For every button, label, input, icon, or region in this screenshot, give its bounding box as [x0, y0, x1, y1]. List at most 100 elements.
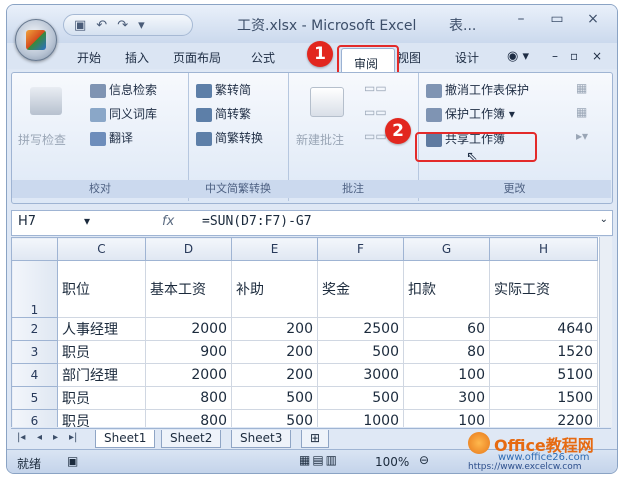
cell[interactable]: 实际工资	[489, 260, 598, 318]
maximize-button[interactable]: ▭	[543, 11, 571, 33]
view-buttons-icon[interactable]: ▦▤▥	[299, 453, 339, 467]
cell[interactable]: 3000	[317, 363, 404, 387]
customize-qat-icon[interactable]: ▾	[138, 18, 145, 33]
row-header[interactable]: 2	[11, 317, 58, 341]
cell[interactable]: 500	[317, 340, 404, 364]
cell[interactable]: 1500	[489, 386, 598, 410]
cell[interactable]: 1000	[317, 409, 404, 427]
cell[interactable]: 2000	[145, 317, 232, 341]
cell[interactable]: 300	[403, 386, 490, 410]
to-simplified-button[interactable]: 繁转简	[196, 81, 251, 98]
new-comment-button[interactable]: 新建批注	[296, 131, 344, 148]
cell[interactable]: 60	[403, 317, 490, 341]
sheet-tab-sheet3[interactable]: Sheet3	[231, 430, 292, 448]
sheet-tab-sheet2[interactable]: Sheet2	[161, 430, 222, 448]
row-header[interactable]: 6	[11, 409, 58, 427]
cell[interactable]: 500	[231, 409, 318, 427]
show-comments-icon[interactable]: ▭▭	[364, 105, 387, 119]
cell[interactable]: 200	[231, 317, 318, 341]
cell[interactable]: 职位	[57, 260, 146, 318]
redo-icon[interactable]: ↷	[117, 18, 128, 33]
cell[interactable]: 职员	[57, 340, 146, 364]
zoom-level[interactable]: 100%	[375, 455, 409, 469]
name-box[interactable]: H7	[18, 214, 36, 229]
cell[interactable]: 职员	[57, 409, 146, 427]
prev-sheet-icon[interactable]: ◂	[37, 432, 42, 443]
save-icon[interactable]: ▣	[74, 18, 86, 33]
column-header[interactable]: F	[317, 237, 404, 261]
cell[interactable]: 4640	[489, 317, 598, 341]
cell[interactable]: 人事经理	[57, 317, 146, 341]
next-comment-icon[interactable]: ▭▭	[364, 129, 387, 143]
cell[interactable]: 100	[403, 363, 490, 387]
translate-button[interactable]: 翻译	[90, 129, 133, 146]
to-traditional-button[interactable]: 简转繁	[196, 105, 251, 122]
select-all-corner[interactable]	[11, 237, 58, 261]
column-header[interactable]: D	[145, 237, 232, 261]
last-sheet-icon[interactable]: ▸|	[69, 432, 77, 443]
office-button[interactable]	[15, 19, 57, 61]
tab-page-layout[interactable]: 页面布局	[173, 49, 221, 66]
tab-design[interactable]: 设计	[455, 49, 479, 66]
insert-function-icon[interactable]: fx	[162, 214, 174, 229]
row-header[interactable]: 1	[11, 260, 58, 318]
cell[interactable]: 2500	[317, 317, 404, 341]
cell[interactable]: 500	[317, 386, 404, 410]
spell-check-button[interactable]: 拼写检查	[18, 131, 66, 148]
prev-comment-icon[interactable]: ▭▭	[364, 81, 387, 95]
allow-edit-icon[interactable]: ▦	[576, 81, 587, 95]
name-box-dropdown-icon[interactable]: ▾	[84, 214, 90, 228]
cell[interactable]: 部门经理	[57, 363, 146, 387]
sheet-tab-sheet1[interactable]: Sheet1	[95, 430, 156, 448]
formula-input[interactable]: =SUN(D7:F7)-G7	[202, 214, 312, 229]
row-header[interactable]: 5	[11, 386, 58, 410]
minimize-button[interactable]: –	[507, 11, 535, 33]
close-button[interactable]: ×	[579, 11, 607, 33]
insert-sheet-icon[interactable]: ⊞	[301, 430, 330, 448]
column-header[interactable]: E	[231, 237, 318, 261]
help-icon[interactable]: ◉ ▾	[507, 49, 529, 64]
tab-view[interactable]: 视图	[397, 49, 421, 66]
cell[interactable]: 扣款	[403, 260, 490, 318]
cell[interactable]: 1520	[489, 340, 598, 364]
row-header[interactable]: 4	[11, 363, 58, 387]
expand-formula-icon[interactable]: ⌄	[600, 214, 608, 225]
unprotect-sheet-button[interactable]: 撤消工作表保护	[426, 81, 529, 98]
track-options-icon[interactable]: ▸▾	[576, 129, 588, 143]
cell[interactable]: 基本工资	[145, 260, 232, 318]
tab-home[interactable]: 开始	[77, 49, 101, 66]
macro-record-icon[interactable]: ▣	[67, 454, 78, 468]
column-header[interactable]: G	[403, 237, 490, 261]
cell[interactable]: 5100	[489, 363, 598, 387]
cell[interactable]: 500	[231, 386, 318, 410]
cell[interactable]: 100	[403, 409, 490, 427]
protect-workbook-button[interactable]: 保护工作簿 ▾	[426, 105, 515, 122]
ribbon-close-button[interactable]: ×	[592, 49, 602, 63]
cell[interactable]: 200	[231, 340, 318, 364]
next-sheet-icon[interactable]: ▸	[53, 432, 58, 443]
cell[interactable]: 2200	[489, 409, 598, 427]
cell[interactable]: 补助	[231, 260, 318, 318]
worksheet-grid[interactable]: C D E F G H 1 职位 基本工资 补助 奖金 扣款 实际工资 2 人事…	[11, 237, 599, 427]
zoom-out-icon[interactable]: ⊖	[419, 453, 429, 467]
cell[interactable]: 200	[231, 363, 318, 387]
cell[interactable]: 2000	[145, 363, 232, 387]
convert-button[interactable]: 简繁转换	[196, 129, 263, 146]
tab-insert[interactable]: 插入	[125, 49, 149, 66]
thesaurus-button[interactable]: 同义词库	[90, 105, 157, 122]
research-button[interactable]: 信息检索	[90, 81, 157, 98]
cell[interactable]: 职员	[57, 386, 146, 410]
track-changes-icon[interactable]: ▦	[576, 105, 587, 119]
undo-icon[interactable]: ↶	[96, 18, 107, 33]
row-header[interactable]: 3	[11, 340, 58, 364]
ribbon-restore-button[interactable]: ▫	[570, 49, 578, 63]
cell[interactable]: 900	[145, 340, 232, 364]
ribbon-minimize-button[interactable]: –	[552, 49, 558, 63]
cell[interactable]: 奖金	[317, 260, 404, 318]
cell[interactable]: 80	[403, 340, 490, 364]
cell[interactable]: 800	[145, 386, 232, 410]
tab-formulas[interactable]: 公式	[251, 49, 275, 66]
column-header[interactable]: C	[57, 237, 146, 261]
vertical-scrollbar[interactable]	[599, 237, 612, 427]
cell[interactable]: 800	[145, 409, 232, 427]
